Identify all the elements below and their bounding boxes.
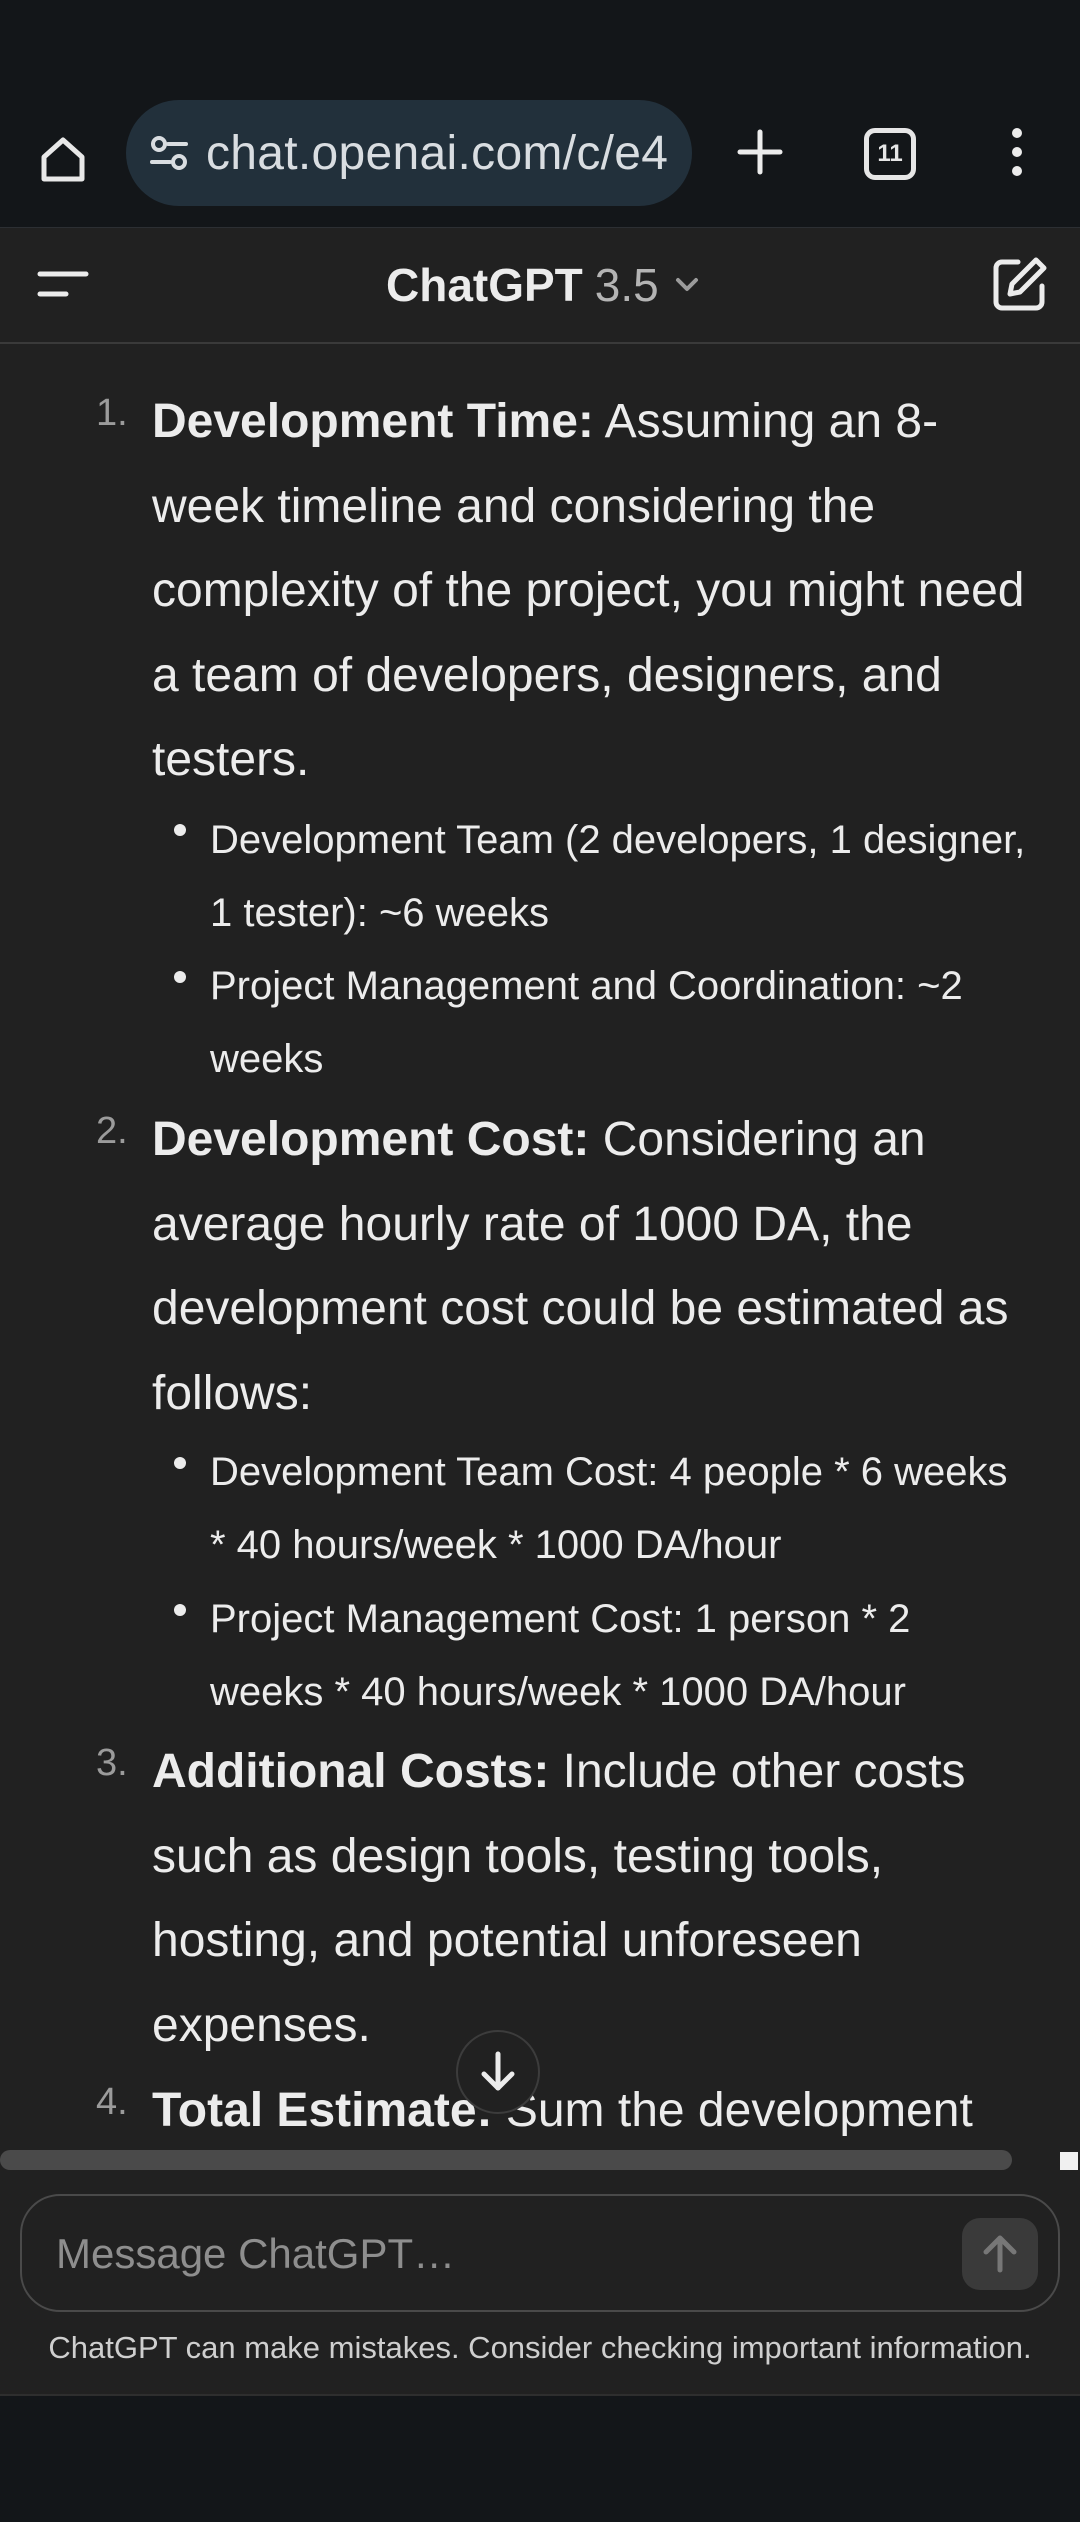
new-chat-icon[interactable] <box>990 254 1050 314</box>
list-paragraph: Development Cost: Considering an average… <box>152 1098 1032 1436</box>
url-text[interactable]: chat.openai.com/c/e4 <box>206 126 668 181</box>
list-paragraph: Total Estimate: Sum the development <box>152 2069 1032 2144</box>
status-bar <box>0 0 1080 96</box>
model-version: 3.5 <box>594 259 659 311</box>
send-button[interactable] <box>962 2218 1038 2290</box>
message-composer <box>20 2194 1060 2312</box>
bullet-item: Development Team (2 developers, 1 design… <box>210 818 1026 935</box>
site-settings-icon[interactable] <box>146 130 192 176</box>
list-heading: Development Time: <box>152 395 594 448</box>
tab-count: 11 <box>877 140 903 167</box>
bullet-dot <box>174 971 186 983</box>
chat-header: ChatGPT 3.5 <box>0 228 1080 344</box>
list-number: 2. <box>96 1110 128 1152</box>
horizontal-scrollbar[interactable] <box>0 2150 1012 2170</box>
bullet-dot <box>174 1604 186 1616</box>
disclaimer-text: ChatGPT can make mistakes. Consider chec… <box>48 2330 1032 2365</box>
list-number: 4. <box>96 2081 128 2123</box>
scroll-to-bottom-button[interactable] <box>456 2030 540 2114</box>
list-number: 3. <box>96 1742 128 1784</box>
home-icon[interactable] <box>30 126 96 192</box>
list-heading: Total Estimate: <box>152 2084 493 2137</box>
address-bar[interactable]: chat.openai.com/c/e4 <box>126 100 692 206</box>
tab-switcher-icon[interactable]: 11 <box>864 128 916 180</box>
scrollbar-end-marker <box>1060 2152 1078 2170</box>
model-name: ChatGPT <box>386 259 583 311</box>
message-input[interactable] <box>54 2216 938 2292</box>
bullet-item: Development Team Cost: 4 people * 6 week… <box>210 1450 1008 1567</box>
menu-icon[interactable] <box>36 260 92 310</box>
arrow-down-icon <box>481 2051 515 2091</box>
bullet-item: Project Management Cost: 1 person * 2 we… <box>210 1597 911 1714</box>
list-paragraph: Additional Costs: Include other costs su… <box>152 1730 1032 2068</box>
list-text: Sum the development <box>492 2084 973 2137</box>
bullet-item: Project Management and Coordination: ~2 … <box>210 964 963 1081</box>
arrow-up-icon <box>983 2235 1017 2273</box>
list-number: 1. <box>96 392 128 434</box>
more-vert-icon[interactable] <box>1000 122 1034 182</box>
list-paragraph: Development Time: Assuming an 8-week tim… <box>152 380 1032 803</box>
plus-icon[interactable] <box>730 122 790 182</box>
list-heading: Development Cost: <box>152 1113 590 1166</box>
bullet-dot <box>174 1457 186 1469</box>
list-text: Assuming an 8-week timeline and consider… <box>152 395 1025 786</box>
list-heading: Additional Costs: <box>152 1745 550 1798</box>
navigation-bar-area <box>0 2394 1080 2522</box>
chat-message: 1. Development Time: Assuming an 8-week … <box>0 344 1080 2144</box>
chevron-down-icon <box>673 270 703 300</box>
model-selector[interactable]: ChatGPT 3.5 <box>386 252 703 318</box>
bullet-dot <box>174 824 186 836</box>
browser-toolbar: chat.openai.com/c/e4 11 <box>0 96 1080 228</box>
